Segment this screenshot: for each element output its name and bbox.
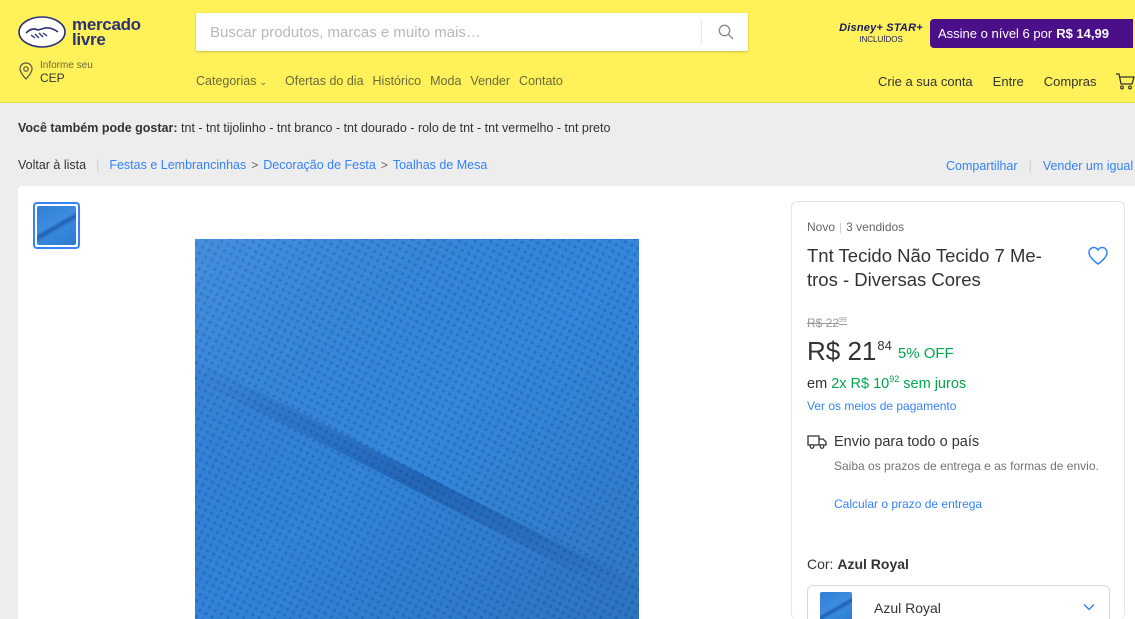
disney-star-logos[interactable]: Disney+ STAR+ INCLUÍDOS [836, 22, 926, 50]
shipping-title: Envio para todo o país [834, 434, 980, 450]
share-link[interactable]: Compartilhar [946, 159, 1018, 173]
nav-vender[interactable]: Vender [470, 74, 510, 88]
color-dropdown[interactable]: Azul Royal [807, 585, 1110, 619]
product-main-image[interactable] [195, 239, 639, 619]
search-input[interactable] [196, 13, 696, 51]
logo-line2: livre [72, 30, 106, 49]
promo-price: R$ 14,99 [1056, 26, 1109, 41]
chevron-down-icon: ⌄ [259, 77, 267, 87]
color-selected-name: Azul Royal [874, 600, 941, 616]
price-int: R$ 21 [807, 336, 877, 366]
product-card: Novo | 3 vendidos Tnt Tecido Não Tecido 7 … [18, 186, 1135, 619]
installments: em 2x R$ 1092 sem juros [807, 374, 966, 392]
search-bar [196, 13, 748, 51]
promo-included: INCLUÍDOS [859, 35, 903, 44]
product-title: Tnt Tecido Não Tecido 7 Me- tros - Diver… [807, 245, 1042, 290]
old-price: R$ 2299 [807, 316, 847, 330]
suggestions-bar: Você também pode gostar: tnt - tnt tijol… [18, 121, 610, 135]
share-links: Compartilhar | Vender um igual [946, 159, 1133, 173]
header: mercado livre Disney+ STAR+ INCLUÍDOS As… [0, 0, 1135, 103]
installments-cents: 92 [889, 374, 900, 384]
payment-methods-link[interactable]: Ver os meios de pagamento [807, 399, 956, 413]
heart-icon[interactable] [1087, 246, 1109, 266]
nav-label: Categorias [196, 74, 257, 88]
breadcrumb-decoracao[interactable]: Decoração de Festa [263, 158, 376, 172]
truck-icon [807, 435, 827, 449]
color-swatch [820, 592, 852, 619]
login-link[interactable]: Entre [993, 74, 1024, 89]
cep-label: Informe seu [40, 60, 93, 71]
handshake-logo-icon [18, 16, 66, 48]
breadcrumb-arrow-icon: > [251, 158, 259, 172]
installments-int: 2x R$ 10 [831, 375, 890, 392]
cart-icon[interactable] [1115, 72, 1135, 90]
sell-similar-link[interactable]: Vender um igual [1043, 159, 1133, 173]
promo-text: Assine o nível 6 por [938, 26, 1053, 41]
price-cents: 84 [877, 338, 892, 353]
current-price: R$ 21 84 5% OFF [807, 336, 954, 366]
location-pin-icon [19, 62, 33, 80]
chevron-down-icon [1083, 603, 1095, 611]
discount-badge: 5% OFF [897, 345, 954, 362]
nav-moda[interactable]: Moda [430, 74, 461, 88]
condition-label: Novo [807, 220, 836, 234]
create-account-link[interactable]: Crie a sua conta [878, 74, 973, 89]
condition-info: Novo | 3 vendidos [807, 220, 904, 234]
promo-brands: Disney+ STAR+ [839, 22, 923, 34]
suggestions-label: Você também pode gostar: [18, 121, 178, 135]
installments-value: 2x R$ 1092 sem juros [831, 374, 967, 392]
breadcrumb-arrow-icon: > [380, 158, 388, 172]
calculate-shipping-link[interactable]: Calcular o prazo de entrega [834, 497, 982, 511]
nav-historico[interactable]: Histórico [373, 74, 422, 88]
buy-box: Novo | 3 vendidos Tnt Tecido Não Tecido 7 … [791, 201, 1125, 619]
breadcrumb-festas[interactable]: Festas e Lembrancinhas [109, 158, 246, 172]
purchases-link[interactable]: Compras [1044, 74, 1097, 89]
breadcrumb-toalhas[interactable]: Toalhas de Mesa [393, 158, 488, 172]
breadcrumb: Voltar à lista | Festas e Lembrancinhas … [18, 158, 487, 172]
color-label: Cor: Azul Royal [807, 556, 909, 572]
nav-ofertas[interactable]: Ofertas do dia [285, 74, 364, 88]
sold-count: 3 vendidos [846, 220, 905, 234]
gallery-thumbnail[interactable] [33, 202, 80, 249]
cep-location[interactable]: Informe seu CEP [18, 60, 93, 85]
share-separator: | [1028, 159, 1032, 173]
logo-text: mercado livre [72, 16, 141, 49]
old-price-cents: 99 [839, 317, 847, 324]
thumbnail-image [37, 206, 76, 245]
color-value: Azul Royal [837, 556, 909, 572]
installments-prefix: em [807, 375, 828, 392]
subscription-promo-button[interactable]: Assine o nível 6 por R$ 14,99 [930, 19, 1133, 48]
suggestions-links[interactable]: tnt - tnt tijolinho - tnt branco - tnt d… [181, 121, 610, 135]
condition-separator: | [839, 220, 843, 234]
search-button[interactable] [704, 13, 748, 51]
search-divider [701, 21, 702, 43]
search-icon [718, 24, 734, 40]
installments-suffix: sem juros [903, 375, 967, 392]
shipping-description: Saiba os prazos de entrega e as formas d… [834, 459, 1099, 473]
nav-categorias[interactable]: Categorias ⌄ [196, 74, 276, 88]
nav-contato[interactable]: Contato [519, 74, 563, 88]
old-price-int: R$ 22 [807, 316, 840, 330]
breadcrumb-separator: | [96, 158, 100, 172]
cep-value: CEP [40, 71, 65, 85]
mercado-livre-logo[interactable]: mercado livre [18, 15, 166, 49]
back-to-list-link[interactable]: Voltar à lista [18, 158, 86, 172]
main-nav: Categorias ⌄ Ofertas do dia Histórico Mod… [196, 74, 572, 88]
user-nav: Crie a sua conta Entre Compras [878, 74, 1117, 89]
color-label-text: Cor: [807, 556, 834, 572]
